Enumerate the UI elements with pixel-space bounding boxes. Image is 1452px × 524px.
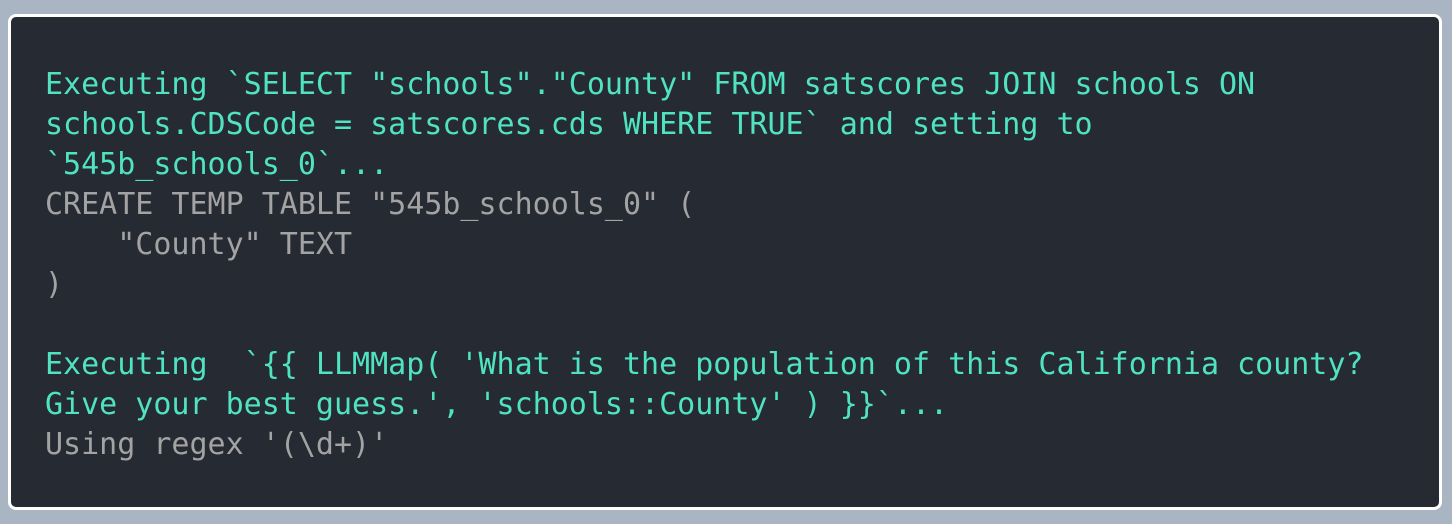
terminal-line-executing-llmmap-cont: Give your best guess.', 'schools::County… xyxy=(45,387,949,422)
terminal-line-executing-select: Executing `SELECT "schools"."County" FRO… xyxy=(45,67,1256,102)
terminal-line-executing-select-cont: schools.CDSCode = satscores.cds WHERE TR… xyxy=(45,107,1093,142)
terminal-line-column-def: "County" TEXT xyxy=(45,227,353,262)
terminal-window: Executing `SELECT "schools"."County" FRO… xyxy=(8,14,1442,510)
terminal-line-close-paren: ) xyxy=(45,267,64,302)
terminal-line-create-table: CREATE TEMP TABLE "545b_schools_0" ( xyxy=(45,187,696,222)
terminal-line-executing-select-target: `545b_schools_0`... xyxy=(45,147,389,182)
terminal-output: Executing `SELECT "schools"."County" FRO… xyxy=(45,65,1364,465)
terminal-line-executing-llmmap: Executing `{{ LLMMap( 'What is the popul… xyxy=(45,347,1364,382)
terminal-line-using-regex: Using regex '(\d+)' xyxy=(45,427,389,462)
